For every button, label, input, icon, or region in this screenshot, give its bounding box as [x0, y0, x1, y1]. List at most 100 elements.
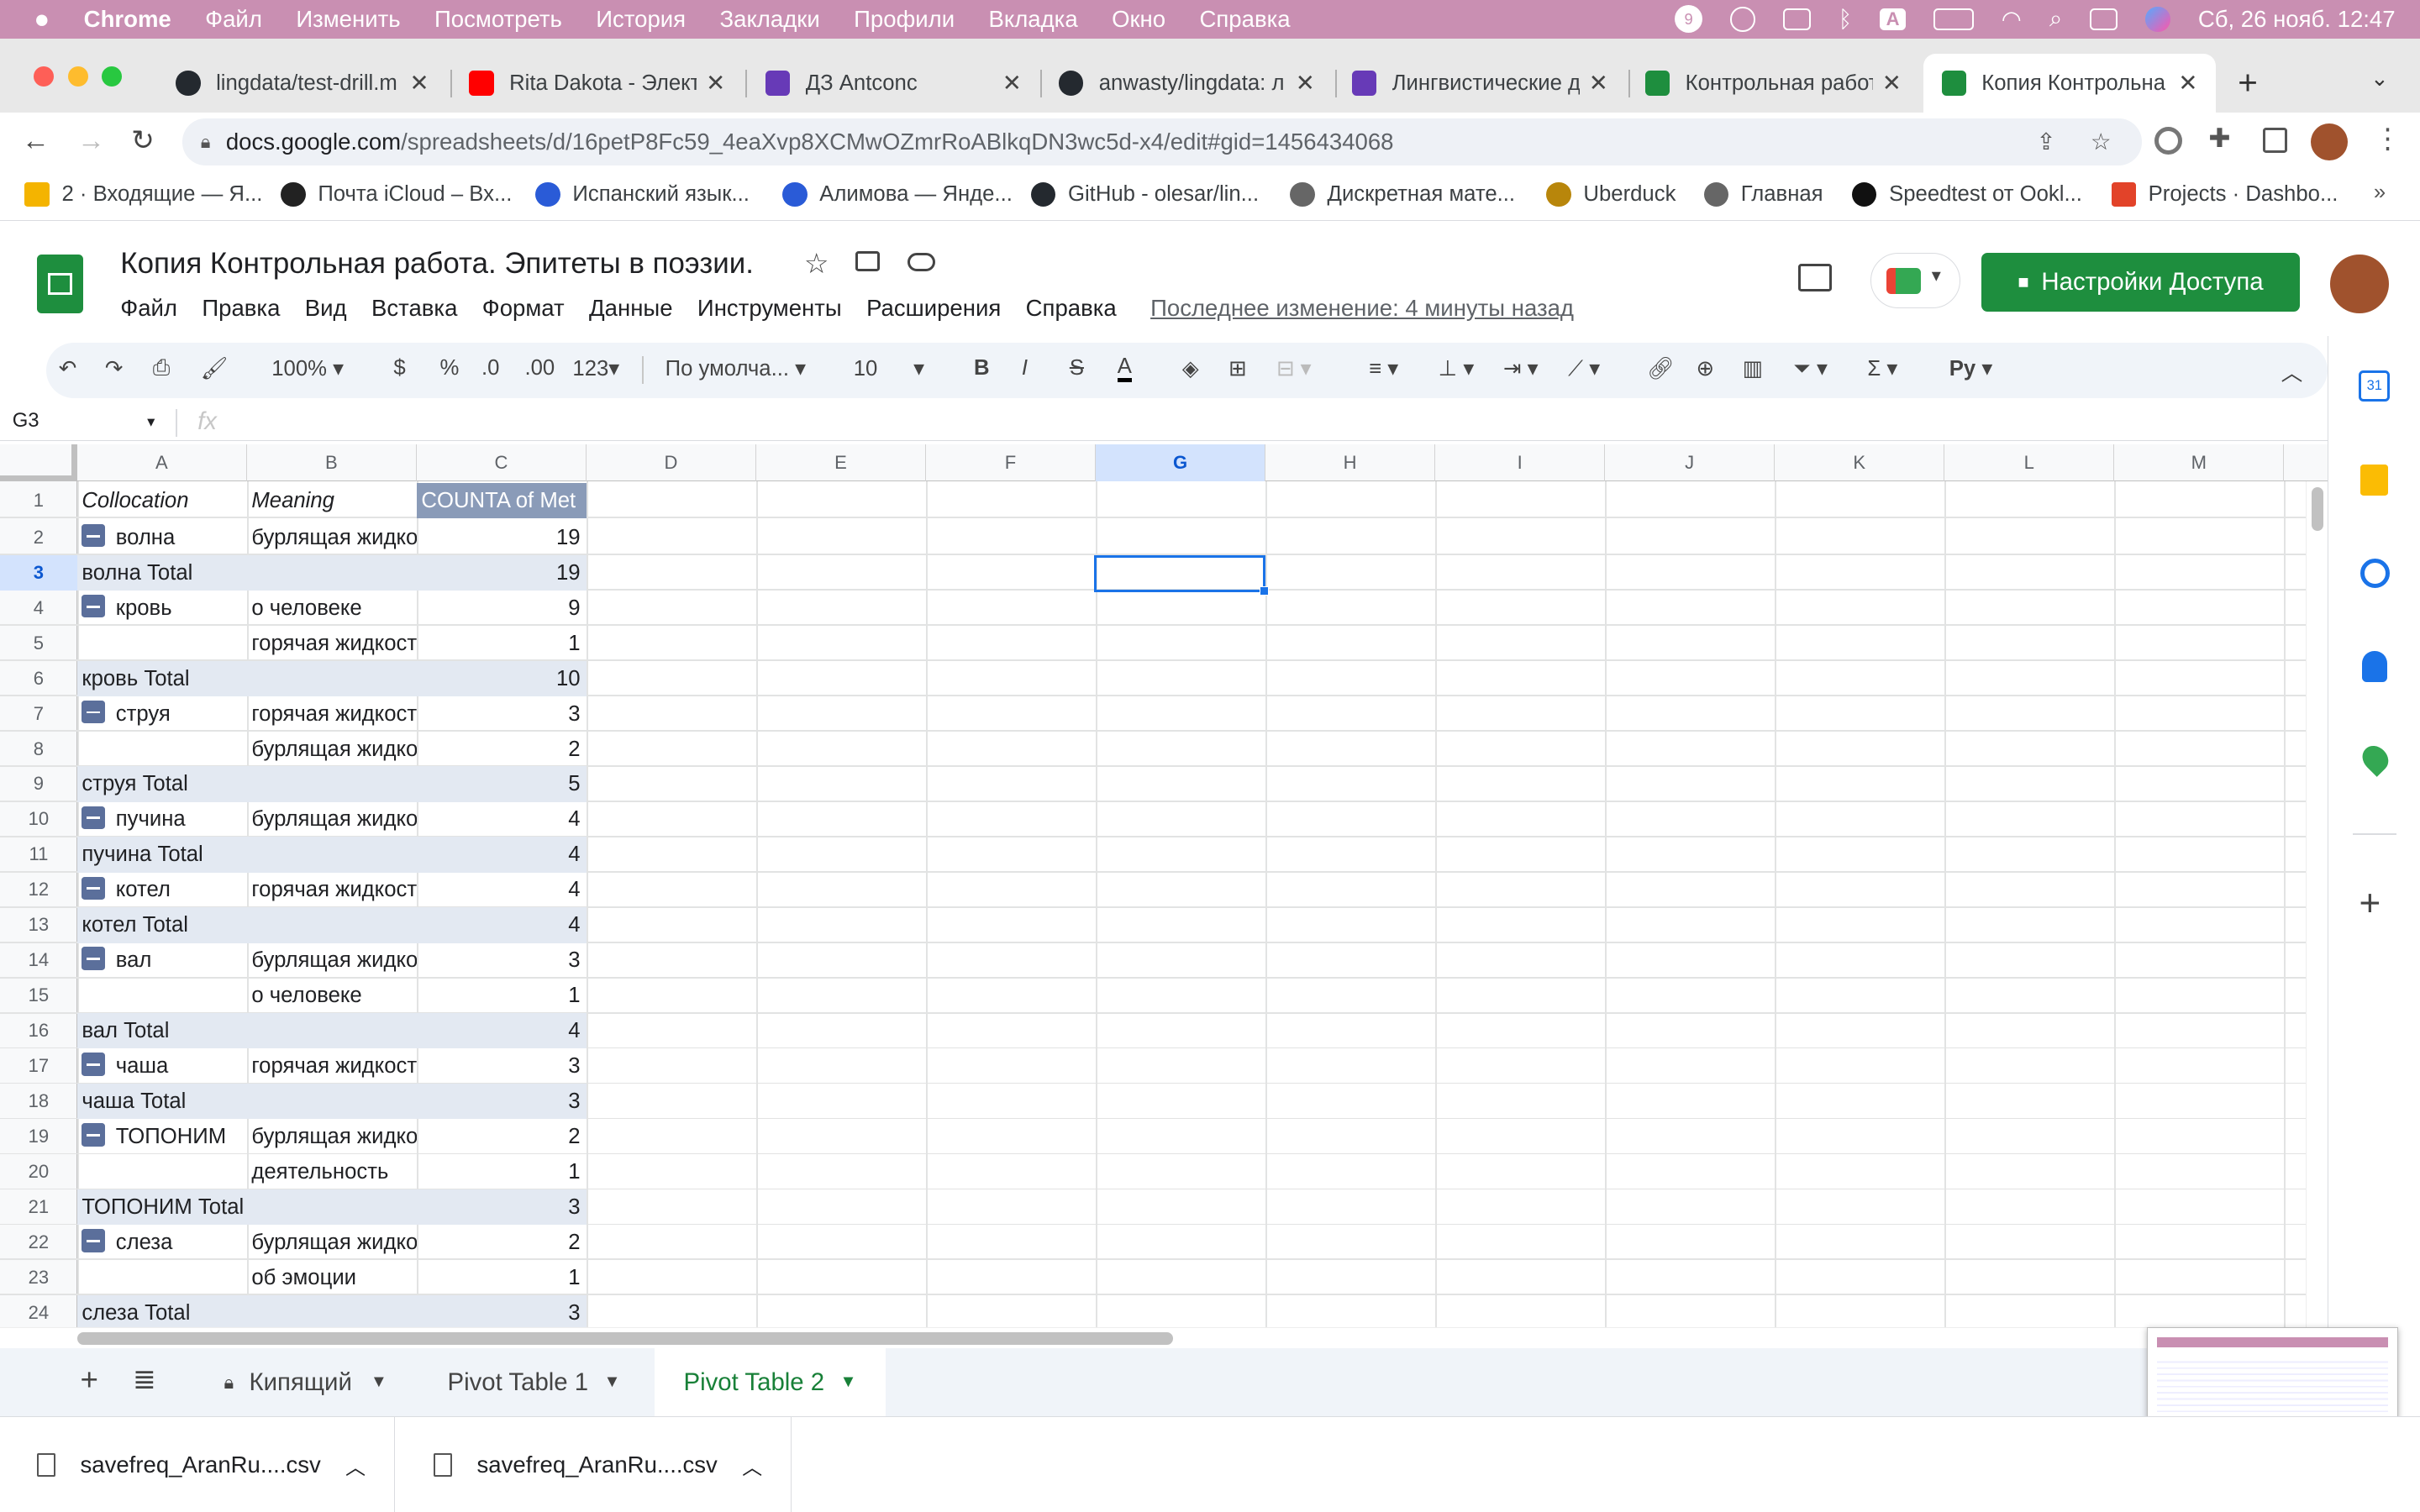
insert-chart-icon[interactable]: ▥	[1743, 356, 1763, 381]
pivot-row-label[interactable]	[77, 1154, 247, 1189]
font-select[interactable]: По умолча... ▾	[666, 356, 806, 381]
profile-avatar[interactable]	[2310, 123, 2348, 160]
half-circle-icon[interactable]	[1730, 7, 1755, 32]
account-avatar[interactable]	[2330, 255, 2390, 313]
calendar-icon[interactable]: 31	[2359, 370, 2391, 402]
column-header-H[interactable]: H	[1265, 444, 1436, 482]
menu-extensions[interactable]: Расширения	[866, 295, 1001, 322]
pivot-row-label[interactable]: волна Total	[77, 555, 417, 591]
row-header[interactable]: 4	[0, 591, 77, 626]
row-header[interactable]: 18	[0, 1084, 77, 1119]
pivot-row-label[interactable]: котел Total	[77, 907, 417, 942]
share-page-icon[interactable]: ⇪	[2036, 129, 2055, 155]
close-tab-icon[interactable]: ✕	[1882, 70, 1902, 97]
pivot-row-label[interactable]: струя Total	[77, 766, 417, 801]
row-header[interactable]: 5	[0, 626, 77, 661]
browser-tab[interactable]: Лингвистические д ✕	[1334, 54, 1627, 113]
browser-tab[interactable]: anwasty/lingdata: л ✕	[1040, 54, 1334, 113]
row-header[interactable]: 13	[0, 907, 77, 942]
bookmark-item[interactable]: 2 · Входящие — Я...	[24, 181, 262, 207]
menu-item[interactable]: История	[596, 6, 686, 33]
column-header-C[interactable]: C	[417, 444, 587, 482]
row-header[interactable]: 24	[0, 1295, 77, 1331]
pivot-meaning-cell[interactable]: деятельность	[247, 1154, 417, 1189]
column-header-K[interactable]: K	[1775, 444, 1945, 482]
pivot-row-label[interactable]: ТОПОНИМ	[77, 1119, 247, 1154]
pivot-meaning-cell[interactable]: горячая жидкость	[247, 696, 417, 732]
menu-file[interactable]: Файл	[120, 295, 177, 322]
bookmark-item[interactable]: Projects · Dashbo...	[2111, 181, 2338, 207]
row-header[interactable]: 6	[0, 661, 77, 696]
pivot-row-label[interactable]: ТОПОНИМ Total	[77, 1189, 417, 1225]
collapse-group-icon[interactable]	[82, 594, 105, 618]
spotlight-search-icon[interactable]: ⌕	[2049, 5, 2062, 33]
menu-item[interactable]: Профили	[854, 6, 955, 33]
row-header[interactable]: 1	[0, 483, 77, 518]
menu-item[interactable]: Файл	[205, 6, 262, 33]
add-addon-icon[interactable]: +	[2359, 883, 2381, 925]
tasks-icon[interactable]	[2360, 558, 2391, 588]
merge-cells-icon[interactable]: ⊟ ▾	[1276, 356, 1312, 381]
collapse-group-icon[interactable]	[82, 947, 105, 970]
pivot-row-label[interactable]: пучина Total	[77, 837, 417, 872]
pivot-header-cell[interactable]: Collocation	[77, 483, 247, 518]
close-window-button[interactable]	[34, 66, 55, 87]
row-header[interactable]: 19	[0, 1119, 77, 1154]
pivot-meaning-cell[interactable]: бурлящая жидкость	[247, 732, 417, 767]
more-bookmarks-icon[interactable]: »	[2374, 181, 2386, 205]
menu-tools[interactable]: Инструменты	[697, 295, 842, 322]
italic-button[interactable]: I	[1022, 356, 1028, 381]
menu-format[interactable]: Формат	[482, 295, 565, 322]
pivot-count-cell[interactable]: 10	[417, 661, 587, 696]
cloud-status-icon[interactable]	[907, 253, 936, 272]
pivot-meaning-cell[interactable]: бурлящая жидкость	[247, 942, 417, 978]
print-icon[interactable]: ⎙	[153, 356, 171, 381]
close-tab-icon[interactable]: ✕	[410, 70, 429, 97]
row-header[interactable]: 8	[0, 732, 77, 767]
pivot-count-cell[interactable]: 3	[417, 942, 587, 978]
font-size-select[interactable]: 10 ▾	[854, 356, 924, 381]
filter-icon[interactable]: ⏷ ▾	[1793, 356, 1828, 382]
chevron-up-icon[interactable]: ︿	[742, 1451, 762, 1480]
lock-icon[interactable]: 🔒︎	[201, 131, 211, 153]
minimize-window-button[interactable]	[67, 66, 88, 87]
row-header[interactable]: 23	[0, 1260, 77, 1295]
text-wrap-icon[interactable]: ⇥ ▾	[1503, 356, 1539, 381]
decrease-decimal-button[interactable]: .0	[481, 356, 499, 381]
pivot-header-cell[interactable]: Meaning	[247, 483, 417, 518]
bookmark-item[interactable]: Испанский язык...	[535, 181, 750, 207]
pivot-row-label[interactable]: струя	[77, 696, 247, 732]
row-header[interactable]: 12	[0, 872, 77, 907]
pivot-row-label[interactable]: волна	[77, 520, 247, 555]
pivot-row-label[interactable]: кровь Total	[77, 661, 417, 696]
pivot-count-cell[interactable]: 1	[417, 626, 587, 661]
row-header[interactable]: 22	[0, 1225, 77, 1260]
input-source-icon[interactable]: A	[1880, 8, 1906, 30]
pivot-count-cell[interactable]: 4	[417, 872, 587, 907]
browser-tab-active[interactable]: Копия Контрольна ✕	[1923, 54, 2217, 113]
new-tab-icon[interactable]: +	[2238, 63, 2258, 102]
close-tab-icon[interactable]: ✕	[1589, 70, 1608, 97]
pivot-count-cell[interactable]: 4	[417, 837, 587, 872]
menu-item[interactable]: Вкладка	[988, 6, 1077, 33]
row-header[interactable]: 21	[0, 1189, 77, 1225]
pivot-row-label[interactable]: чаша Total	[77, 1084, 417, 1119]
pivot-count-cell[interactable]: 5	[417, 766, 587, 801]
pivot-meaning-cell[interactable]: бурлящая жидкость	[247, 1225, 417, 1260]
share-button[interactable]: ■ Настройки Доступа	[1981, 253, 2300, 312]
fill-color-icon[interactable]: ◈	[1182, 356, 1199, 381]
pivot-meaning-cell[interactable]: горячая жидкость	[247, 872, 417, 907]
browser-tab[interactable]: ДЗ Antconc ✕	[747, 54, 1040, 113]
row-header[interactable]: 3	[0, 554, 77, 591]
contacts-icon[interactable]	[2362, 651, 2387, 682]
menu-item[interactable]: Окно	[1112, 6, 1165, 33]
text-rotate-icon[interactable]: ⟋ ▾	[1568, 356, 1600, 382]
row-header[interactable]: 2	[0, 520, 77, 555]
reload-icon[interactable]: ↻	[131, 123, 155, 157]
chrome-menu-icon[interactable]: ⋮	[2374, 122, 2402, 155]
move-folder-icon[interactable]	[855, 251, 880, 272]
name-box[interactable]: G3 ▾	[13, 409, 155, 433]
download-item[interactable]: savefreq_AranRu....csv ︿	[0, 1417, 396, 1512]
pivot-row-label[interactable]: вал Total	[77, 1013, 417, 1048]
redo-icon[interactable]: ↷	[105, 356, 124, 381]
